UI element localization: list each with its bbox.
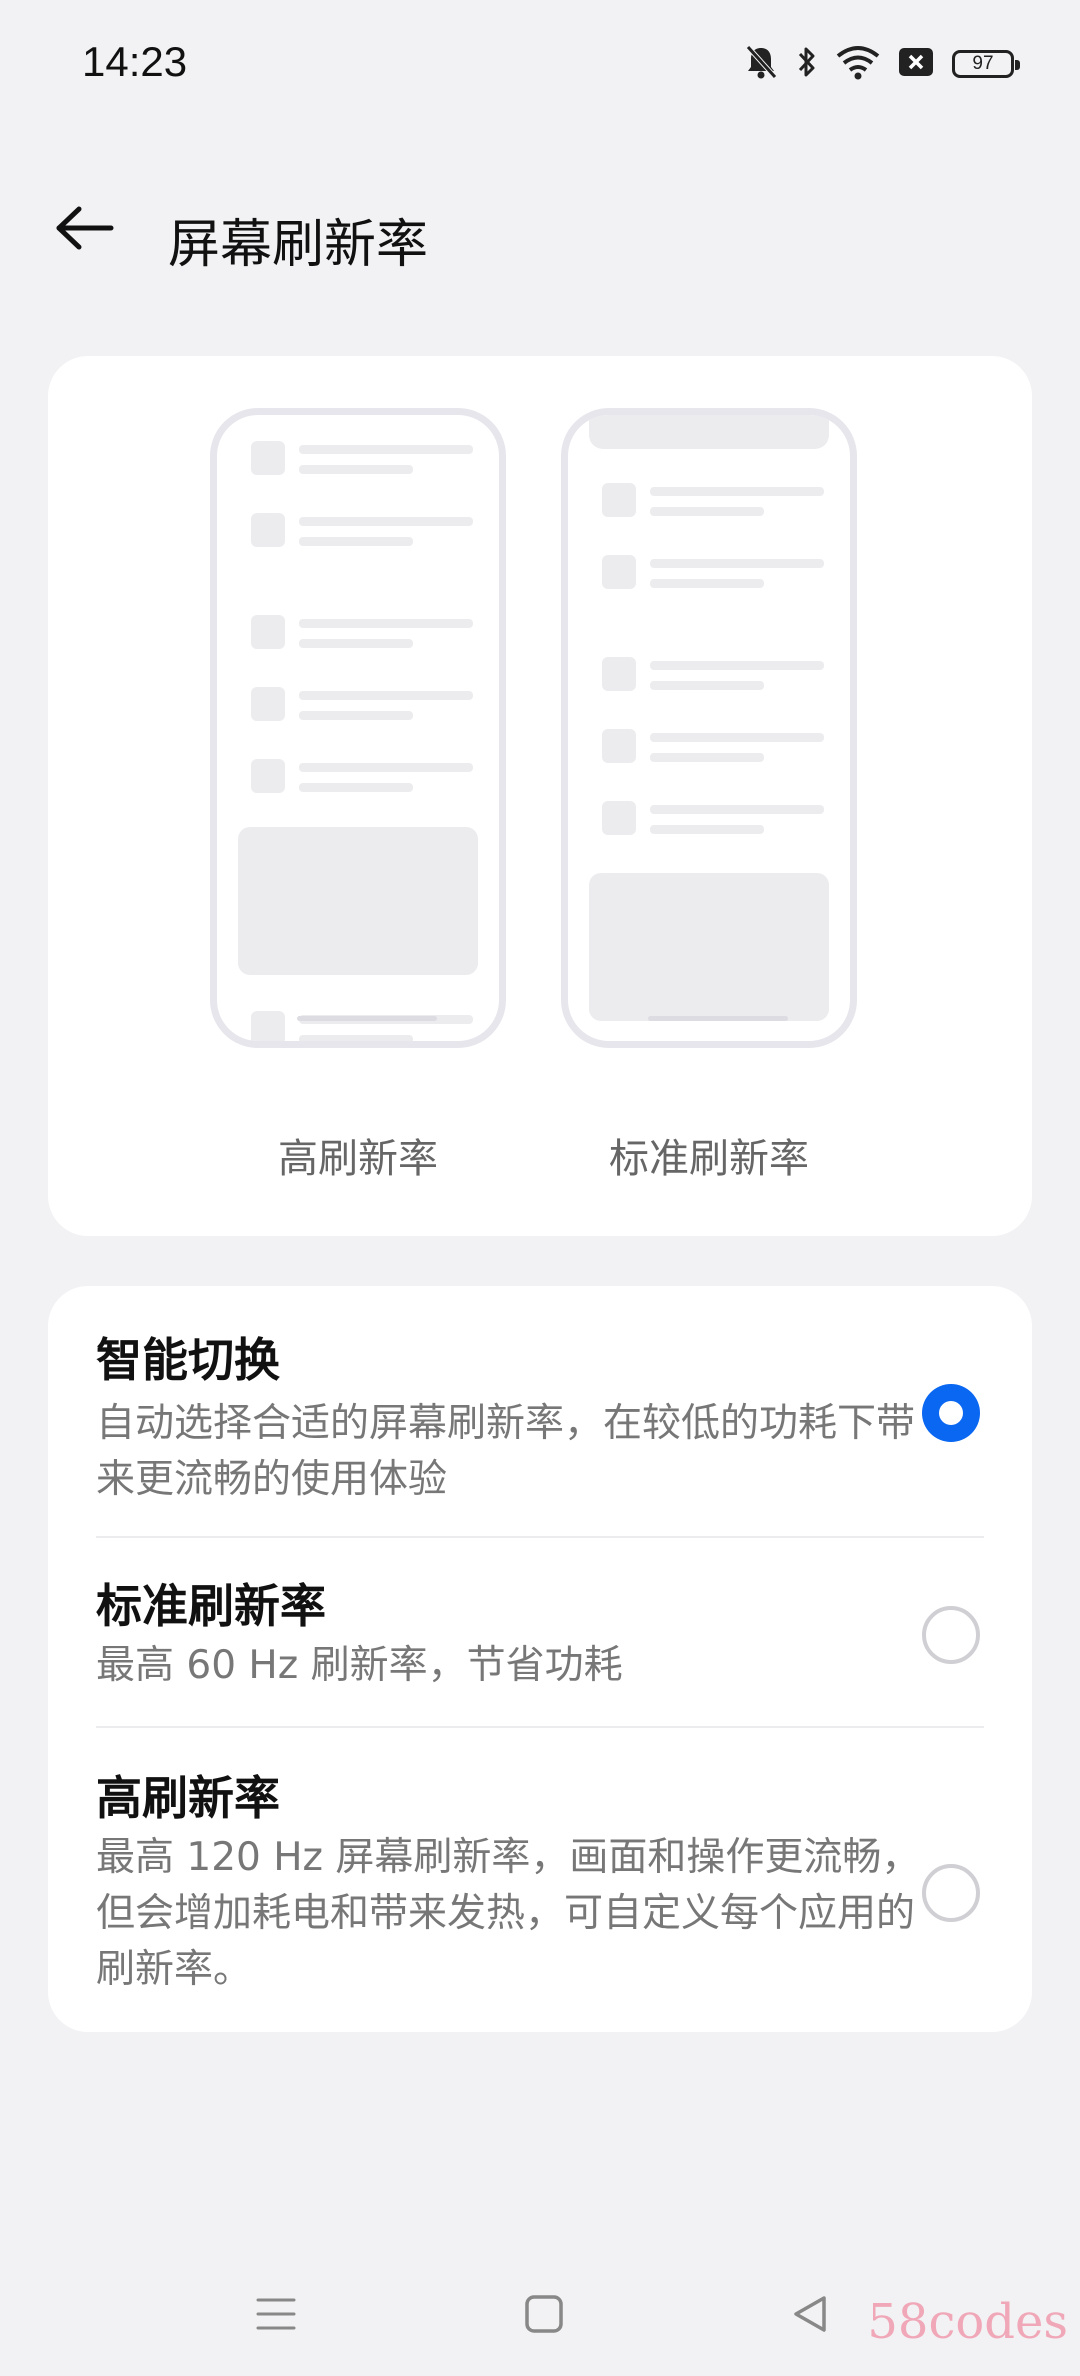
nav-back-button[interactable]	[780, 2286, 840, 2346]
option-high-refresh[interactable]: 高刷新率 最高 120 Hz 屏幕刷新率，画面和操作更流畅，但会增加耗电和带来发…	[48, 1728, 1032, 2032]
preview-list-row	[251, 759, 473, 799]
page-title: 屏幕刷新率	[168, 215, 429, 275]
wifi-icon	[836, 44, 880, 84]
radio-dot	[939, 1401, 963, 1425]
status-bar: 14:23 97	[0, 0, 1080, 130]
mute-bell-icon	[744, 44, 778, 84]
preview-list-row	[251, 441, 473, 481]
battery-level: 97	[972, 53, 994, 74]
preview-list-row	[251, 513, 473, 553]
home-button[interactable]	[514, 2286, 574, 2346]
option-title: 智能切换	[96, 1333, 280, 1387]
preview-block	[589, 873, 829, 1021]
option-title: 高刷新率	[96, 1771, 280, 1825]
navigation-bar: 58codes	[0, 2260, 1080, 2360]
radio-unselected[interactable]	[922, 1864, 980, 1922]
header: 屏幕刷新率	[0, 180, 1080, 280]
option-standard-refresh[interactable]: 标准刷新率 最高 60 Hz 刷新率，节省功耗	[48, 1538, 1032, 1726]
watermark: 58codes	[867, 2294, 1068, 2350]
sim-off-icon	[898, 47, 934, 81]
option-title: 标准刷新率	[96, 1579, 326, 1633]
status-time: 14:23	[82, 38, 188, 85]
preview-home-indicator	[297, 1016, 437, 1021]
standard-refresh-preview-image	[561, 408, 857, 1048]
preview-header-bar	[589, 415, 829, 449]
preview-list-row	[251, 687, 473, 727]
back-button[interactable]	[50, 200, 120, 260]
home-icon	[524, 2294, 564, 2338]
high-refresh-label: 高刷新率	[278, 1136, 438, 1182]
option-description: 自动选择合适的屏幕刷新率，在较低的功耗下带来更流畅的使用体验	[96, 1401, 916, 1502]
option-smart-switch[interactable]: 智能切换 自动选择合适的屏幕刷新率，在较低的功耗下带来更流畅的使用体验	[48, 1286, 1032, 1536]
refresh-rate-options: 智能切换 自动选择合适的屏幕刷新率，在较低的功耗下带来更流畅的使用体验 标准刷新…	[48, 1286, 1032, 2032]
back-icon	[790, 2294, 830, 2338]
option-description: 最高 120 Hz 屏幕刷新率，画面和操作更流畅，但会增加耗电和带来发热，可自定…	[96, 1835, 921, 1992]
standard-refresh-label: 标准刷新率	[609, 1136, 809, 1182]
high-refresh-preview-image	[210, 408, 506, 1048]
preview-list-row	[602, 483, 824, 523]
preview-list-row	[602, 657, 824, 697]
preview-block	[238, 827, 478, 975]
preview-list-row	[602, 729, 824, 769]
radio-selected[interactable]	[922, 1384, 980, 1442]
preview-list-row	[602, 801, 824, 841]
back-arrow-icon	[55, 206, 115, 254]
preview-home-indicator	[648, 1016, 788, 1021]
bluetooth-icon	[796, 44, 818, 84]
preview-card: 高刷新率 标准刷新率	[48, 356, 1032, 1236]
menu-icon	[256, 2294, 296, 2338]
preview-list-row	[251, 615, 473, 655]
option-description: 最高 60 Hz 刷新率，节省功耗	[96, 1643, 623, 1688]
battery-icon: 97	[952, 50, 1020, 78]
recents-button[interactable]	[246, 2286, 306, 2346]
preview-list-row	[602, 555, 824, 595]
radio-unselected[interactable]	[922, 1606, 980, 1664]
status-icons: 97	[744, 40, 1020, 88]
